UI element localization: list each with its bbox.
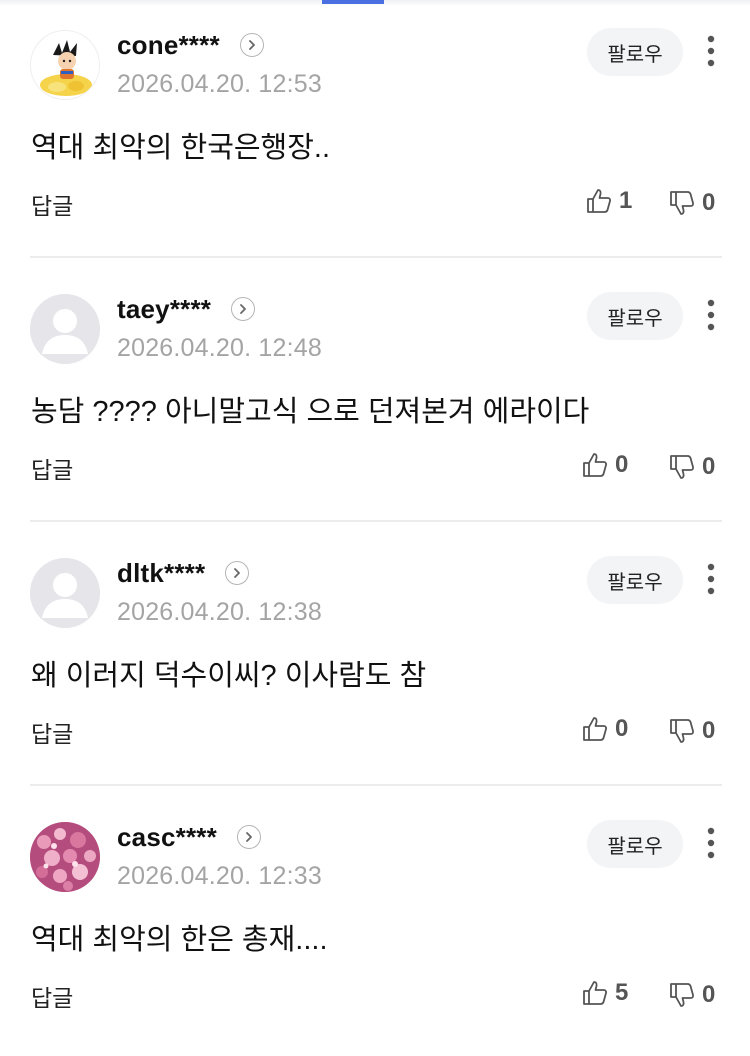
like-count: 0 bbox=[615, 715, 629, 742]
thumbs-down-icon bbox=[670, 983, 695, 1007]
chevron-right-icon[interactable] bbox=[231, 297, 256, 321]
username-row[interactable]: dltk**** bbox=[117, 556, 250, 590]
default-avatar-icon bbox=[30, 294, 100, 364]
username-row[interactable]: taey**** bbox=[117, 292, 256, 326]
dislike-button[interactable]: 0 bbox=[668, 978, 715, 1012]
username[interactable]: casc**** bbox=[117, 822, 217, 853]
thumbs-up-icon bbox=[583, 453, 608, 477]
thumbs-up-icon bbox=[583, 717, 608, 741]
thumbs-down-icon bbox=[670, 719, 695, 743]
reply-button[interactable]: 답글 bbox=[31, 979, 73, 1013]
reply-button[interactable]: 답글 bbox=[31, 187, 73, 221]
follow-button[interactable]: 팔로우 bbox=[587, 820, 683, 868]
thumbs-up-icon bbox=[583, 981, 608, 1005]
comment-item: casc**** 2026.04.20. 12:33 팔로우 역대 최악의 한은… bbox=[0, 792, 750, 1056]
dislike-count: 0 bbox=[702, 189, 716, 216]
timestamp: 2026.04.20. 12:48 bbox=[117, 334, 322, 362]
default-avatar-icon bbox=[30, 558, 100, 628]
avatar[interactable] bbox=[30, 294, 100, 364]
avatar[interactable] bbox=[30, 822, 100, 892]
comment-text: 역대 최악의 한국은행장.. bbox=[31, 132, 331, 164]
chevron-right-icon[interactable] bbox=[236, 825, 261, 849]
like-button[interactable]: 0 bbox=[581, 448, 628, 482]
dislike-button[interactable]: 0 bbox=[668, 714, 715, 748]
username-row[interactable]: cone**** bbox=[117, 28, 264, 62]
divider bbox=[30, 256, 722, 258]
like-count: 1 bbox=[619, 187, 633, 214]
chevron-right-icon[interactable] bbox=[239, 33, 264, 57]
timestamp: 2026.04.20. 12:33 bbox=[117, 862, 322, 890]
chevron-right-icon[interactable] bbox=[225, 561, 250, 585]
dislike-count: 0 bbox=[702, 453, 716, 480]
thumbs-down-icon bbox=[670, 191, 695, 215]
flower-avatar-icon bbox=[30, 822, 100, 892]
divider bbox=[30, 520, 722, 522]
reply-button[interactable]: 답글 bbox=[31, 715, 73, 749]
like-button[interactable]: 0 bbox=[581, 712, 628, 746]
comment-text: 농담 ???? 아니말고식 으로 던져본겨 에라이다 bbox=[31, 396, 590, 428]
follow-button[interactable]: 팔로우 bbox=[587, 556, 683, 604]
comment-item: dltk**** 2026.04.20. 12:38 팔로우 왜 이러지 덕수이… bbox=[0, 528, 750, 792]
follow-button[interactable]: 팔로우 bbox=[587, 292, 683, 340]
comment-text: 왜 이러지 덕수이씨? 이사람도 참 bbox=[31, 660, 427, 692]
timestamp: 2026.04.20. 12:53 bbox=[117, 70, 322, 98]
comment-item: taey**** 2026.04.20. 12:48 팔로우 농담 ???? 아… bbox=[0, 264, 750, 528]
more-options-icon[interactable] bbox=[700, 298, 722, 332]
follow-button[interactable]: 팔로우 bbox=[587, 28, 683, 76]
username[interactable]: taey**** bbox=[117, 294, 211, 325]
reply-button[interactable]: 답글 bbox=[31, 451, 73, 485]
thumbs-down-icon bbox=[670, 455, 695, 479]
avatar[interactable] bbox=[30, 558, 100, 628]
timestamp: 2026.04.20. 12:38 bbox=[117, 598, 322, 626]
like-count: 5 bbox=[615, 979, 629, 1006]
dislike-count: 0 bbox=[702, 717, 716, 744]
like-button[interactable]: 1 bbox=[585, 184, 632, 218]
comment-item: cone**** 2026.04.20. 12:53 팔로우 역대 최악의 한국… bbox=[0, 0, 750, 264]
username-row[interactable]: casc**** bbox=[117, 820, 261, 854]
character-avatar-icon bbox=[31, 31, 99, 99]
username[interactable]: cone**** bbox=[117, 30, 220, 61]
divider bbox=[30, 784, 722, 786]
username[interactable]: dltk**** bbox=[117, 558, 205, 589]
dislike-button[interactable]: 0 bbox=[668, 186, 715, 220]
like-count: 0 bbox=[615, 451, 629, 478]
more-options-icon[interactable] bbox=[700, 562, 722, 596]
dislike-count: 0 bbox=[702, 981, 716, 1008]
avatar[interactable] bbox=[30, 30, 100, 100]
dislike-button[interactable]: 0 bbox=[668, 450, 715, 484]
more-options-icon[interactable] bbox=[700, 826, 722, 860]
more-options-icon[interactable] bbox=[700, 34, 722, 68]
thumbs-up-icon bbox=[587, 189, 612, 213]
comment-text: 역대 최악의 한은 총재.... bbox=[31, 924, 328, 956]
like-button[interactable]: 5 bbox=[581, 976, 628, 1010]
